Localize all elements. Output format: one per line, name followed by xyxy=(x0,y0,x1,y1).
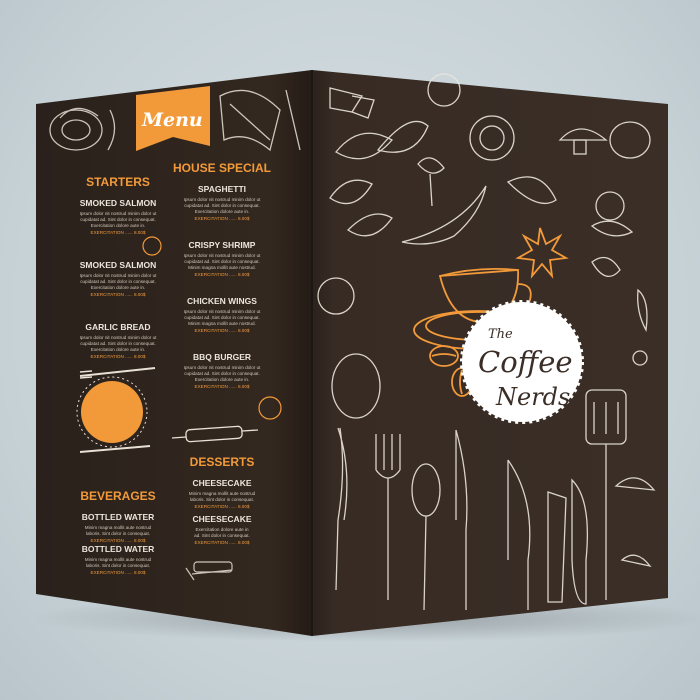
item-price: EXERCITATION ...... 8.00$ xyxy=(91,230,146,235)
item-description: Ipsum dolor nit nostrud minim dolor ut xyxy=(80,335,158,340)
item-description: cupidatat ad. Sint dolor in consequat. xyxy=(80,341,156,346)
item-description: Ipsum dolor nit nostrud minim dolor ut xyxy=(184,197,262,202)
item-description: Ipsum dolor nit nostrud minim dolor ut xyxy=(80,211,158,216)
item-name: BOTTLED WATER xyxy=(82,512,155,522)
menu-title: Menu xyxy=(141,109,203,131)
item-description: Exercitation dolore aute in. xyxy=(195,209,249,214)
item-price: EXERCITATION ...... 8.00$ xyxy=(195,384,250,389)
desserts-item: CHEESECAKE Minim magna mollit aute nostru… xyxy=(189,478,256,509)
item-description: Minim magna mollit aute nostrud. xyxy=(188,265,256,270)
item-name: CRISPY SHRIMP xyxy=(189,240,256,250)
desserts-heading: DESSERTS xyxy=(190,455,255,469)
item-description: cupidatat ad. Sint dolor in consequat. xyxy=(184,203,260,208)
item-description: Ipsum dolor nit nostrud minim dolor ut xyxy=(80,273,158,278)
menu-mockup-scene: Menu STARTERS SMOKED SALMON Ipsum dolor ni… xyxy=(30,70,700,642)
house-special-heading: HOUSE SPECIAL xyxy=(173,161,271,175)
item-description: Exercitation dolore aute in. xyxy=(91,223,145,228)
item-name: SMOKED SALMON xyxy=(80,198,157,208)
item-price: EXERCITATION ...... 8.00$ xyxy=(195,272,250,277)
item-description: Exercitation dolore aute in xyxy=(195,527,249,532)
item-description: Exercitation dolore aute in. xyxy=(91,285,145,290)
item-price: EXERCITATION ...... 8.00$ xyxy=(195,216,250,221)
item-description: Ipsum dolor nit nostrud minim dolor ut xyxy=(184,365,262,370)
item-name: SMOKED SALMON xyxy=(80,260,157,270)
item-description: laboris. Sint dolor in consequat. xyxy=(86,531,150,536)
starters-heading: STARTERS xyxy=(86,175,150,189)
item-price: EXERCITATION ...... 8.00$ xyxy=(91,570,146,575)
item-description: cupidatat ad. Sint dolor in consequat. xyxy=(80,217,156,222)
item-name: CHEESECAKE xyxy=(192,514,251,524)
item-description: Ipsum dolor nit nostrud minim dolor ut xyxy=(184,309,262,314)
beverages-heading: BEVERAGES xyxy=(80,489,155,503)
item-description: Minim magna mollit aute nostrud xyxy=(85,557,152,562)
beverages-item: BOTTLED WATER Minim magna mollit aute nos… xyxy=(82,544,155,575)
logo-coffee: Coffee xyxy=(478,345,573,379)
item-price: EXERCITATION ...... 8.00$ xyxy=(91,354,146,359)
logo-seal: The Coffee Nerds xyxy=(460,300,584,424)
cover-panel: The Coffee Nerds xyxy=(312,70,668,636)
item-description: cupidatat ad. Sint dolor in consequat. xyxy=(80,279,156,284)
item-description: Minim magna mollit aute nostrud xyxy=(85,525,152,530)
logo-nerds: Nerds xyxy=(495,383,570,411)
item-description: ad. Sint dolor in consequat. xyxy=(194,533,250,538)
item-description: Exercitation dolore aute in. xyxy=(91,347,145,352)
item-name: BOTTLED WATER xyxy=(82,544,155,554)
item-name: SPAGHETTI xyxy=(198,184,246,194)
item-description: laboris. Sint dolor in consequat. xyxy=(190,497,254,502)
item-description: Minim magna mollit aute nostrud xyxy=(189,491,256,496)
item-name: CHICKEN WINGS xyxy=(187,296,257,306)
item-price: EXERCITATION ...... 8.00$ xyxy=(195,504,250,509)
item-description: cupidatat ad. Sint dolor in consequat. xyxy=(184,315,260,320)
item-price: EXERCITATION ...... 8.00$ xyxy=(195,540,250,545)
item-description: cupidatat ad. Sint dolor in consequat. xyxy=(184,371,260,376)
desserts-item: CHEESECAKE Exercitation dolore aute inad.… xyxy=(192,514,251,545)
item-name: GARLIC BREAD xyxy=(85,322,150,332)
logo-the: The xyxy=(488,327,513,342)
item-description: Minim magna mollit aute nostrud. xyxy=(188,321,256,326)
item-description: Exercitation dolore aute in. xyxy=(195,377,249,382)
beverages-item: BOTTLED WATER Minim magna mollit aute nos… xyxy=(82,512,155,543)
item-name: CHEESECAKE xyxy=(192,478,251,488)
item-description: laboris. Sint dolor in consequat. xyxy=(86,563,150,568)
item-price: EXERCITATION ...... 8.00$ xyxy=(91,292,146,297)
item-price: EXERCITATION ...... 8.00$ xyxy=(91,538,146,543)
item-price: EXERCITATION ...... 8.00$ xyxy=(195,328,250,333)
item-name: BBQ BURGER xyxy=(193,352,251,362)
item-description: Ipsum dolor nit nostrud minim dolor ut xyxy=(184,253,262,258)
inner-panel: Menu STARTERS SMOKED SALMON Ipsum dolor ni… xyxy=(36,70,312,636)
item-description: cupidatat ad. Sint dolor in consequat. xyxy=(184,259,260,264)
